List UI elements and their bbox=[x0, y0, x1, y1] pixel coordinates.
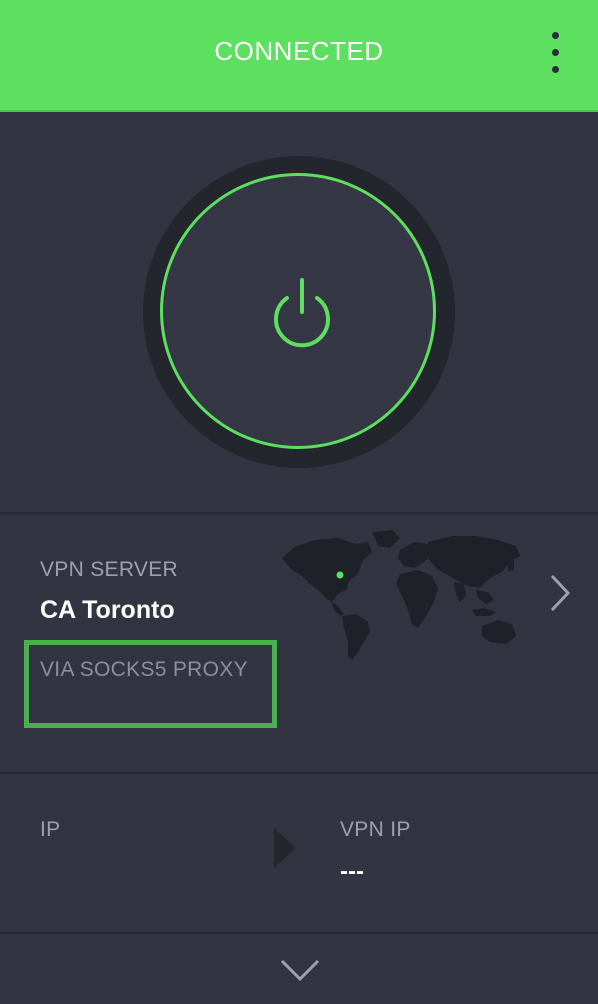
power-icon bbox=[274, 278, 330, 348]
divider bbox=[0, 932, 598, 934]
proxy-highlight-box bbox=[24, 640, 277, 728]
power-section bbox=[0, 112, 598, 512]
chevron-down-icon[interactable] bbox=[279, 955, 321, 985]
ip-section: IP VPN IP --- bbox=[0, 774, 598, 932]
vpn-server-selector[interactable]: VPN SERVER CA Toronto VIA SOCKS5 PROXY bbox=[0, 514, 598, 772]
world-map-icon bbox=[282, 530, 520, 660]
chevron-right-icon[interactable] bbox=[546, 572, 574, 614]
connection-status: CONNECTED bbox=[214, 36, 384, 66]
status-header: CONNECTED bbox=[0, 0, 598, 110]
ip-label: IP bbox=[40, 818, 61, 841]
vpn-ip-label: VPN IP bbox=[340, 818, 411, 841]
vpn-server-name: CA Toronto bbox=[40, 596, 175, 624]
power-button[interactable] bbox=[160, 173, 436, 449]
vpn-app-window: CONNECTED VPN SERVER CA Toronto VIA SOCK… bbox=[0, 0, 598, 1004]
vpn-ip-value: --- bbox=[340, 858, 364, 885]
more-vertical-icon[interactable] bbox=[544, 30, 568, 76]
vpn-server-label: VPN SERVER bbox=[40, 558, 178, 581]
arrow-right-icon bbox=[274, 828, 296, 868]
